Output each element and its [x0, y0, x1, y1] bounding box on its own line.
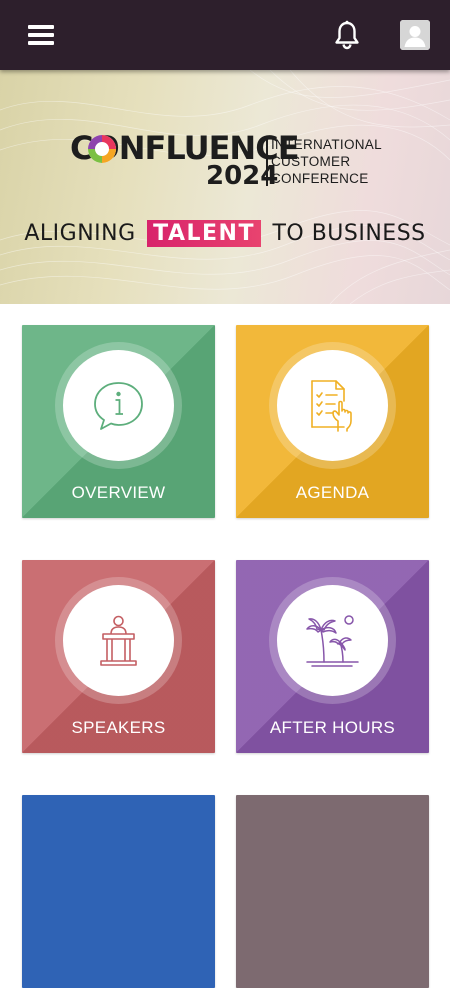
tagline: ALIGNING TALENT TO BUSINESS — [0, 220, 450, 247]
conference-banner: CONFLUENCE 2024 INTERNATIONAL CUSTOMER C… — [0, 70, 450, 304]
overview-tile[interactable]: OVERVIEW — [22, 325, 215, 518]
after-hours-label: AFTER HOURS — [269, 718, 396, 737]
speakers-label: SPEAKERS — [71, 718, 166, 737]
top-app-bar — [0, 0, 450, 70]
bell-icon[interactable] — [333, 20, 361, 50]
logo-subtitle-line: CUSTOMER — [271, 154, 351, 169]
agenda-label: AGENDA — [295, 483, 370, 502]
more-tile[interactable] — [22, 795, 215, 988]
logo-divider — [266, 138, 268, 186]
hamburger-menu-icon[interactable] — [28, 24, 54, 46]
agenda-tile[interactable]: AGENDA — [236, 325, 429, 518]
tagline-highlight: TALENT — [147, 220, 261, 247]
tagline-start: ALIGNING — [24, 221, 136, 246]
more-tile[interactable] — [236, 795, 429, 988]
palm-trees-icon — [306, 615, 359, 667]
logo-ring-icon — [88, 135, 116, 163]
logo-subtitle-line: INTERNATIONAL — [271, 137, 382, 152]
user-avatar-icon[interactable] — [400, 20, 430, 50]
overview-label: OVERVIEW — [71, 483, 166, 502]
after-hours-tile[interactable]: AFTER HOURS — [236, 560, 429, 753]
podium-speaker-icon — [100, 615, 137, 666]
info-chat-icon — [94, 382, 143, 430]
checklist-hand-icon — [311, 380, 352, 432]
logo-subtitle: INTERNATIONAL CUSTOMER CONFERENCE — [271, 136, 382, 187]
tagline-end: TO BUSINESS — [272, 221, 426, 246]
logo-subtitle-line: CONFERENCE — [271, 171, 369, 186]
logo-year: 2024 — [206, 161, 279, 191]
speakers-tile[interactable]: SPEAKERS — [22, 560, 215, 753]
